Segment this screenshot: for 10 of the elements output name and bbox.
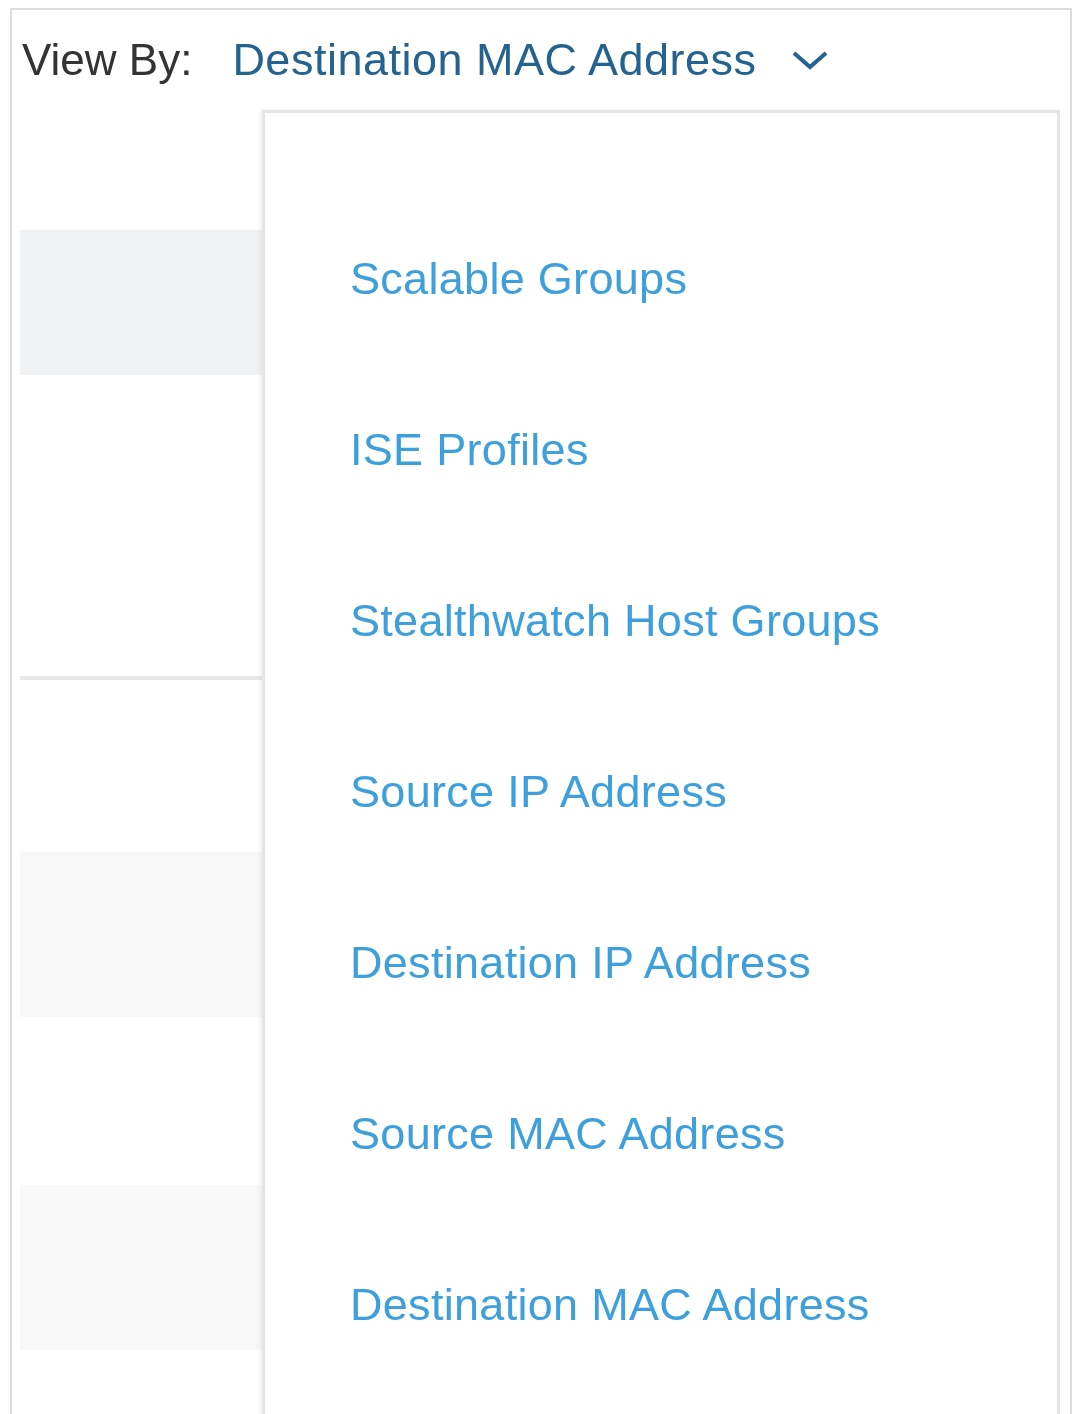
menu-item[interactable]: Source MAC Address: [265, 1048, 1057, 1219]
chevron-down-icon: [790, 49, 829, 71]
menu-item[interactable]: ISE Profiles: [265, 364, 1057, 535]
menu-item[interactable]: Destination MAC Address: [265, 1219, 1057, 1390]
view-by-dropdown[interactable]: Destination MAC Address: [232, 34, 829, 86]
view-by-label: View By:: [22, 35, 193, 85]
menu-item[interactable]: Source IP Address: [265, 706, 1057, 877]
menu-item[interactable]: Destination IP Address: [265, 877, 1057, 1048]
menu-item[interactable]: Stealthwatch Host Groups: [265, 535, 1057, 706]
menu-item[interactable]: Scalable Groups: [265, 193, 1057, 364]
